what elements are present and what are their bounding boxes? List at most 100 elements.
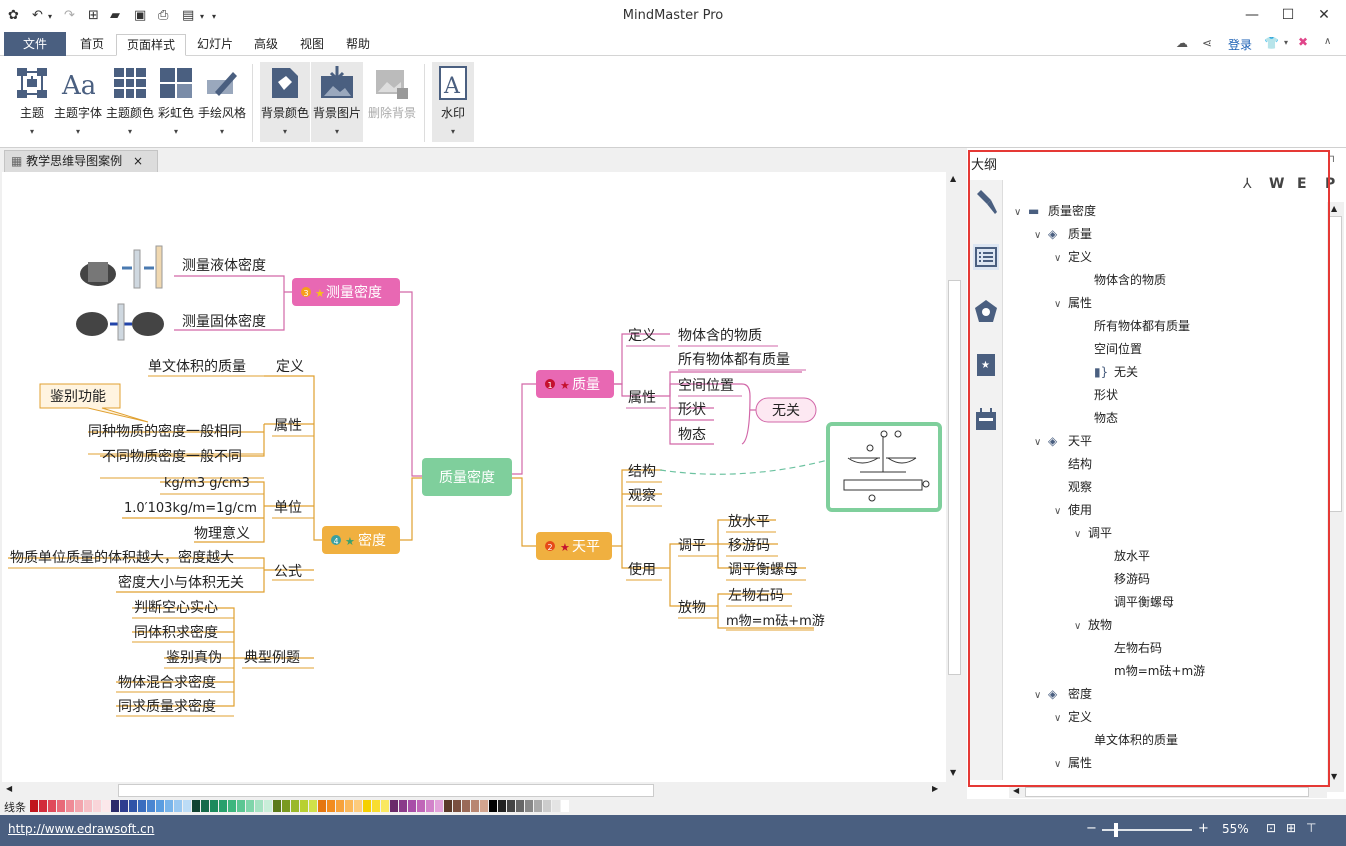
- login-link[interactable]: 登录: [1228, 36, 1252, 53]
- maximize-icon[interactable]: ☐: [1270, 4, 1306, 26]
- color-swatch[interactable]: [66, 800, 74, 812]
- color-swatch[interactable]: [552, 800, 560, 812]
- ppt-export-icon[interactable]: P: [1325, 176, 1335, 192]
- color-swatch[interactable]: [120, 800, 128, 812]
- menu-slides[interactable]: 幻灯片: [188, 34, 242, 56]
- outline-item[interactable]: ∨ ◈ 质量: [1034, 223, 1092, 245]
- skin-icon[interactable]: 👕: [1264, 36, 1279, 50]
- color-swatch[interactable]: [489, 800, 497, 812]
- scroll-down-icon[interactable]: ▼: [950, 768, 956, 777]
- color-swatch[interactable]: [48, 800, 56, 812]
- menu-view[interactable]: 视图: [290, 34, 334, 56]
- topic-density-property[interactable]: 属性: [274, 418, 302, 434]
- topic-solid-density[interactable]: 测量固体密度: [182, 313, 266, 330]
- expand-toggle-icon[interactable]: ∨: [1054, 708, 1068, 730]
- color-swatch[interactable]: [354, 800, 362, 812]
- topic-move-rider[interactable]: 移游码: [728, 538, 770, 554]
- color-swatch[interactable]: [453, 800, 461, 812]
- color-swatch[interactable]: [408, 800, 416, 812]
- outline-item[interactable]: ∨ ▬ 质量密度: [1014, 200, 1096, 222]
- topic-unit[interactable]: 单位: [274, 500, 302, 516]
- expand-toggle-icon[interactable]: ∨: [1054, 754, 1068, 776]
- outline-item[interactable]: ▮} 无关: [1074, 361, 1138, 383]
- fit-page-icon[interactable]: ⊡: [1266, 821, 1276, 835]
- outline-item[interactable]: ∨ ◈ 天平: [1034, 430, 1092, 452]
- scroll-down-icon[interactable]: ▼: [1331, 772, 1337, 781]
- topic-unit-volume-mass[interactable]: 单文体积的质量: [148, 359, 246, 375]
- outline-item[interactable]: ∨ 定义: [1054, 706, 1092, 728]
- color-swatch[interactable]: [246, 800, 254, 812]
- color-swatch[interactable]: [534, 800, 542, 812]
- color-swatch[interactable]: [111, 800, 119, 812]
- zoom-out-icon[interactable]: −: [1086, 821, 1097, 836]
- outline-item[interactable]: 形状: [1074, 384, 1118, 406]
- close-tab-icon[interactable]: ×: [133, 151, 143, 171]
- theme-button[interactable]: 主题 ▾: [8, 62, 56, 142]
- expand-toggle-icon[interactable]: ∨: [1054, 294, 1068, 316]
- pin-icon[interactable]: ⊓: [1327, 154, 1335, 165]
- color-swatch[interactable]: [30, 800, 38, 812]
- color-swatch[interactable]: [183, 800, 191, 812]
- color-swatch[interactable]: [516, 800, 524, 812]
- topic-level[interactable]: 调平: [678, 538, 706, 554]
- menu-home[interactable]: 首页: [70, 34, 114, 56]
- mark-icon[interactable]: ★: [973, 352, 999, 378]
- color-swatch[interactable]: [165, 800, 173, 812]
- color-swatch[interactable]: [147, 800, 155, 812]
- color-swatch[interactable]: [336, 800, 344, 812]
- topic-different-substance[interactable]: 不同物质密度一般不同: [102, 448, 242, 465]
- color-swatch[interactable]: [381, 800, 389, 812]
- outline-item[interactable]: ∨ 调平: [1074, 522, 1112, 544]
- outline-item[interactable]: 调平衡螺母: [1094, 591, 1174, 613]
- color-swatch[interactable]: [444, 800, 452, 812]
- expand-toggle-icon[interactable]: ∨: [1054, 501, 1068, 523]
- solid-density-image[interactable]: [76, 298, 172, 350]
- topic-unit-conversion[interactable]: 1.0′103kg/m=1g/cm: [124, 501, 257, 516]
- menu-help[interactable]: 帮助: [336, 34, 380, 56]
- background-color-button[interactable]: 背景颜色 ▾: [260, 62, 310, 142]
- color-swatch[interactable]: [363, 800, 371, 812]
- topic-density-definition[interactable]: 定义: [276, 359, 304, 375]
- color-swatch[interactable]: [282, 800, 290, 812]
- topic-formula-1[interactable]: 物质单位质量的体积越大，密度越大: [10, 549, 234, 566]
- document-tab[interactable]: ▦ 教学思维导图案例 ×: [4, 150, 158, 172]
- outline-item[interactable]: ∨同种物质的密度一般相同: [1074, 775, 1220, 778]
- topic-place-object[interactable]: 放物: [678, 600, 706, 616]
- color-swatch[interactable]: [426, 800, 434, 812]
- color-swatch[interactable]: [480, 800, 488, 812]
- outline-item[interactable]: 观察: [1054, 476, 1092, 498]
- scroll-up-icon[interactable]: ▲: [950, 174, 956, 183]
- color-swatch[interactable]: [462, 800, 470, 812]
- task-icon[interactable]: [973, 406, 999, 432]
- outline-item[interactable]: ∨ 属性: [1054, 752, 1092, 774]
- topic-example-3[interactable]: 鉴别真伪: [166, 650, 222, 666]
- color-swatch[interactable]: [174, 800, 182, 812]
- color-swatch[interactable]: [309, 800, 317, 812]
- outline-item[interactable]: 空间位置: [1074, 338, 1142, 360]
- skin-dropdown-icon[interactable]: ▾: [1284, 38, 1288, 47]
- topic-physical-meaning[interactable]: 物理意义: [194, 525, 250, 542]
- topic-formula[interactable]: 公式: [274, 564, 302, 580]
- topic-structure[interactable]: 结构: [628, 464, 656, 480]
- collapse-ribbon-icon[interactable]: ∧: [1324, 36, 1331, 47]
- color-swatch[interactable]: [390, 800, 398, 812]
- topic-matter-contained[interactable]: 物体含的物质: [678, 328, 762, 344]
- outline-item[interactable]: ∨ ◈ 密度: [1034, 683, 1092, 705]
- topic-typical-examples[interactable]: 典型例题: [244, 650, 300, 666]
- color-swatch[interactable]: [84, 800, 92, 812]
- vertical-scroll-thumb[interactable]: [948, 280, 961, 675]
- expand-toggle-icon[interactable]: ∨: [1034, 685, 1048, 707]
- expand-toggle-icon[interactable]: ∨: [1074, 616, 1088, 638]
- close-icon[interactable]: ✕: [1306, 4, 1342, 26]
- outline-scrollbar[interactable]: ▲ ▼: [1327, 202, 1344, 792]
- color-swatch[interactable]: [273, 800, 281, 812]
- topic-mass-formula[interactable]: m物=m砝+m游: [726, 614, 825, 629]
- menu-advanced[interactable]: 高级: [244, 34, 288, 56]
- outline-item[interactable]: 所有物体都有质量: [1074, 315, 1190, 337]
- horizontal-scrollbar[interactable]: ◀ ▶: [2, 782, 946, 799]
- color-swatch[interactable]: [264, 800, 272, 812]
- color-swatch[interactable]: [525, 800, 533, 812]
- apps-icon[interactable]: ✖: [1298, 35, 1308, 49]
- scroll-right-icon[interactable]: ▶: [932, 784, 938, 793]
- color-swatch[interactable]: [543, 800, 551, 812]
